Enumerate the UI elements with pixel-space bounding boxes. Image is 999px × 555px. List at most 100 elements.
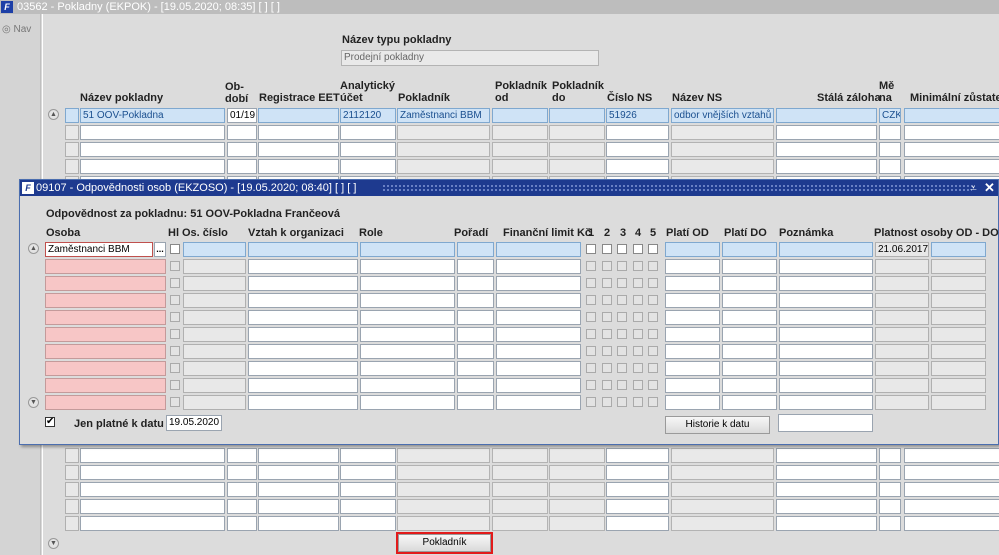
grid-cell[interactable] [492,516,548,531]
grid-cell[interactable] [65,142,79,157]
grid-cell[interactable] [879,499,901,514]
grid-cell[interactable] [340,465,396,480]
dcell-flag-checkbox[interactable] [633,295,643,305]
grid-cell[interactable] [549,159,605,174]
grid-cell[interactable] [776,159,877,174]
grid-cell[interactable] [904,465,999,480]
dialog-cell[interactable] [248,361,358,376]
dcell-plati-do[interactable] [722,242,777,257]
grid-cell[interactable] [879,516,901,531]
grid-cell[interactable] [227,142,257,157]
grid-cell[interactable] [549,142,605,157]
dcell-flag-checkbox[interactable] [648,329,658,339]
dcell-flag-checkbox[interactable] [617,261,627,271]
close-icon[interactable]: ✕ [984,180,995,196]
dialog-cell[interactable] [665,310,720,325]
grid-cell[interactable] [671,159,774,174]
dcell-flag-checkbox[interactable] [602,346,612,356]
grid-cell[interactable] [397,448,490,463]
grid-cell[interactable] [492,142,548,157]
dcell-flag-checkbox[interactable] [617,380,627,390]
dialog-cell[interactable] [457,310,494,325]
grid-cell[interactable] [258,142,339,157]
dialog-cell[interactable] [457,378,494,393]
dcell-flag-checkbox[interactable] [648,278,658,288]
grid-cell[interactable] [904,482,999,497]
dcell-flag-checkbox[interactable] [586,346,596,356]
row-indicator[interactable] [65,108,79,123]
dcell-osoba-empty[interactable] [45,378,166,393]
dialog-cell[interactable] [360,310,455,325]
dialog-cell[interactable] [665,259,720,274]
dcell-osoba-empty[interactable] [45,293,166,308]
grid-cell[interactable] [65,448,79,463]
dcell-flag-checkbox[interactable] [648,312,658,322]
dialog-cell[interactable] [457,259,494,274]
dcell-flag-checkbox[interactable] [586,397,596,407]
grid-cell[interactable] [397,465,490,480]
grid-cell[interactable] [492,448,548,463]
dcell-flag-checkbox[interactable] [617,312,627,322]
grid-cell[interactable] [671,482,774,497]
minimize-icon[interactable]: ⩡ [970,180,977,196]
dcell-5-checkbox[interactable] [648,244,658,254]
grid-cell[interactable] [549,516,605,531]
dcell-flag-checkbox[interactable] [648,346,658,356]
historie-button[interactable]: Historie k datu [665,416,770,434]
dialog-cell[interactable] [360,378,455,393]
dcell-osoba[interactable]: Zaměstnanci BBM [45,242,153,257]
grid-cell[interactable] [671,465,774,480]
grid-cell[interactable] [65,482,79,497]
dialog-cell[interactable] [665,276,720,291]
dialog-cell[interactable] [457,344,494,359]
grid-cell[interactable] [340,482,396,497]
dialog-cell[interactable] [722,310,777,325]
dcell-plati-od[interactable] [665,242,720,257]
grid-cell[interactable] [80,516,225,531]
dialog-cell[interactable] [248,259,358,274]
dialog-cell[interactable] [665,293,720,308]
dialog-cell[interactable] [496,327,581,342]
grid-cell[interactable] [549,482,605,497]
dcell-osoba-empty[interactable] [45,361,166,376]
dialog-scroll-up-icon[interactable]: ▲ [28,243,39,254]
dcell-flag-checkbox[interactable] [648,397,658,407]
grid-cell[interactable] [879,159,901,174]
grid-cell[interactable] [227,159,257,174]
grid-cell[interactable] [65,465,79,480]
dcell-2-checkbox[interactable] [602,244,612,254]
grid-cell[interactable] [606,465,669,480]
grid-cell[interactable] [258,499,339,514]
dcell-vztah[interactable] [248,242,358,257]
dcell-hl-checkbox[interactable] [170,397,180,407]
scroll-down-icon[interactable]: ▼ [48,538,59,549]
dialog-cell[interactable] [779,344,873,359]
dcell-flag-checkbox[interactable] [602,363,612,373]
dialog-cell[interactable] [248,395,358,410]
cell-mena[interactable]: CZK [879,108,901,123]
dialog-cell[interactable] [496,344,581,359]
dcell-1-checkbox[interactable] [586,244,596,254]
dcell-flag-checkbox[interactable] [648,380,658,390]
historie-input[interactable] [778,414,873,432]
dialog-cell[interactable] [722,327,777,342]
dcell-flag-checkbox[interactable] [586,329,596,339]
grid-cell[interactable] [776,448,877,463]
grid-cell[interactable] [258,482,339,497]
nav-button[interactable]: ◎ Nav [2,24,31,35]
dialog-cell[interactable] [779,276,873,291]
grid-cell[interactable] [258,448,339,463]
dialog-cell[interactable] [779,327,873,342]
dialog-cell[interactable] [665,395,720,410]
grid-cell[interactable] [80,465,225,480]
grid-cell[interactable] [904,516,999,531]
dcell-flag-checkbox[interactable] [648,261,658,271]
dialog-cell[interactable] [496,259,581,274]
grid-cell[interactable] [80,159,225,174]
dialog-cell[interactable] [722,395,777,410]
grid-cell[interactable] [879,465,901,480]
dcell-hl-checkbox[interactable] [170,244,180,254]
grid-cell[interactable] [776,516,877,531]
dcell-osoba-empty[interactable] [45,276,166,291]
grid-cell[interactable] [671,516,774,531]
